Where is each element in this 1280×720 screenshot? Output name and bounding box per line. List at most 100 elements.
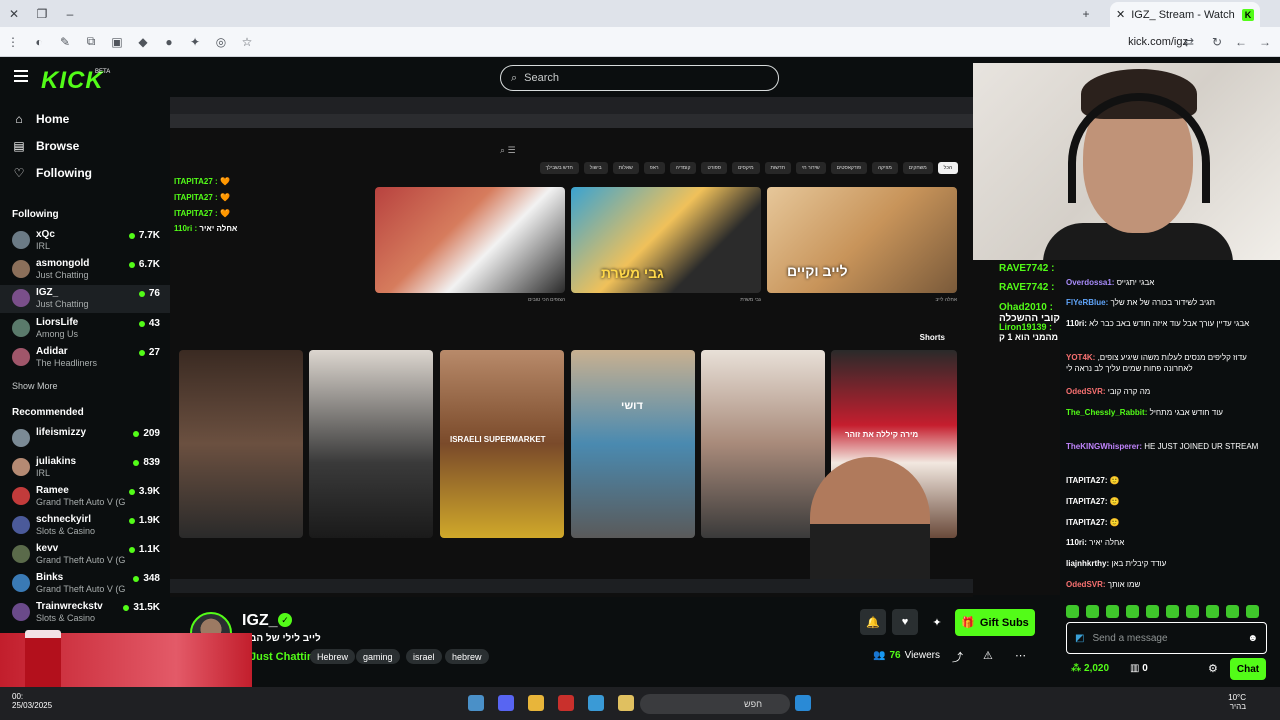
short-thumbnail: ISRAELI SUPERMARKET	[440, 350, 564, 538]
video-player[interactable]: ⌕ ☰ חדש בשבילך בישול שאלות ראפ קומדיה ספ…	[170, 97, 973, 597]
viewer-count: 31.5K	[123, 602, 160, 613]
chat-user[interactable]: YOT4K:	[1066, 353, 1095, 362]
emote-icon[interactable]	[1066, 604, 1079, 618]
nav-home[interactable]: ⌂ Home	[12, 112, 69, 126]
gift-subs-button[interactable]: 🎁 Gift Subs	[955, 609, 1035, 636]
chat-user[interactable]: FlYeRBlue:	[1066, 298, 1108, 307]
notification-bell-button[interactable]: 🔔	[860, 609, 886, 635]
new-tab-icon[interactable]: +	[1072, 0, 1100, 27]
stream-tag[interactable]: Hebrew	[310, 649, 356, 664]
chat-user[interactable]: ITAPITA27:	[1066, 518, 1107, 527]
chat-user[interactable]: liajnhkrthy:	[1066, 559, 1109, 568]
emoji-picker-icon[interactable]: ☻	[1247, 633, 1258, 644]
sidebar-channel-liorslife[interactable]: LiorsLife Among Us 43	[0, 315, 170, 343]
emote-icon[interactable]	[1246, 604, 1259, 618]
reload-icon[interactable]: ↻	[1204, 29, 1230, 55]
extension-icon[interactable]: ▣	[104, 29, 130, 55]
sidebar-channel-binks[interactable]: Binks Grand Theft Auto V (G... 348	[0, 570, 170, 598]
chat-user[interactable]: 110ri:	[1066, 538, 1087, 547]
site-header	[0, 57, 973, 97]
chat-input[interactable]: ◩ Send a message ☻	[1066, 622, 1267, 654]
chat-user[interactable]: The_Chessly_Rabbit:	[1066, 408, 1147, 417]
translate-icon[interactable]: ⇄	[1176, 29, 1202, 55]
nav-browse[interactable]: ▤ Browse	[12, 139, 79, 153]
redeem-count[interactable]: ▥ 0	[1130, 663, 1148, 674]
sidebar-channel-trainwreckstv[interactable]: Trainwreckstv Slots & Casino 31.5K	[0, 599, 170, 627]
extension-icon[interactable]: ◐	[26, 29, 52, 55]
minimize-window-icon[interactable]: –	[56, 0, 84, 27]
chat-user[interactable]: ITAPITA27:	[1066, 476, 1107, 485]
chat-user[interactable]: OdedSVR:	[1066, 580, 1106, 589]
sidebar: ⌂ Home ▤ Browse ♡ Following Following xQ…	[0, 97, 170, 697]
show-more-link[interactable]: Show More	[12, 381, 58, 391]
app-icon[interactable]	[588, 695, 604, 711]
chat-user[interactable]: TheKINGWhisperer:	[1066, 442, 1142, 451]
extension-icon[interactable]: ✦	[182, 29, 208, 55]
emote-icon[interactable]	[1126, 604, 1139, 618]
extension-icon[interactable]: ◎	[208, 29, 234, 55]
steam-icon[interactable]	[468, 695, 484, 711]
short-caption: דושי	[621, 400, 643, 412]
emote-icon[interactable]	[1206, 604, 1219, 618]
active-tab[interactable]: ✕ IGZ_ Stream - Watch Live on K	[1110, 2, 1260, 27]
video-meta: הצופים הכי טובים	[528, 297, 565, 303]
menu-icon[interactable]	[14, 70, 28, 82]
nav-following[interactable]: ♡ Following	[12, 166, 92, 180]
weather-widget[interactable]: 10°C בהיר	[1228, 693, 1246, 711]
follow-button[interactable]: ♥	[892, 609, 918, 635]
close-window-icon[interactable]: ✕	[0, 0, 28, 27]
chat-user[interactable]: Overdossa1:	[1066, 278, 1114, 287]
more-options-icon[interactable]: ⋯	[1015, 649, 1026, 662]
channel-category: Just Chatting	[36, 299, 89, 309]
sidebar-channel-adidar[interactable]: Adidar The Headliners 27	[0, 344, 170, 372]
windows-start-icon[interactable]	[795, 695, 811, 711]
stream-tag[interactable]: israel	[406, 649, 442, 664]
report-icon[interactable]: ⚠	[983, 649, 993, 662]
viewer-count: 348	[133, 573, 160, 584]
back-icon[interactable]: ←	[1228, 29, 1254, 55]
bookmark-star-icon[interactable]: ☆	[234, 29, 260, 55]
search-input[interactable]: ⌕ Search	[500, 65, 779, 91]
emote-icon[interactable]	[1086, 604, 1099, 618]
emote-icon[interactable]	[1146, 604, 1159, 618]
video-thumbnail: גבי משרת	[571, 187, 761, 293]
restore-window-icon[interactable]: ❐	[28, 0, 56, 27]
emote-icon[interactable]	[1186, 604, 1199, 618]
sidebar-channel-igz[interactable]: IGZ_ Just Chatting 76	[0, 285, 170, 313]
streamer-name[interactable]: IGZ_	[242, 612, 278, 630]
sidebar-channel-lifeismizzy[interactable]: lifeismizzy 209	[0, 425, 170, 453]
sidebar-channel-ramee[interactable]: Ramee Grand Theft Auto V (G... 3.9K	[0, 483, 170, 511]
emote-icon[interactable]	[1226, 604, 1239, 618]
taskbar-clock[interactable]: 00: 25/03/2025	[12, 692, 52, 710]
sidebar-channel-schneckyirl[interactable]: schneckyirl Slots & Casino 1.9K	[0, 512, 170, 540]
chat-user[interactable]: 110ri:	[1066, 319, 1087, 328]
extension-icon[interactable]: ●	[156, 29, 182, 55]
stream-tag[interactable]: hebrew	[445, 649, 489, 664]
emote-icon[interactable]	[1166, 604, 1179, 618]
sidebar-channel-asmongold[interactable]: asmongold Just Chatting 6.7K	[0, 256, 170, 284]
channel-points[interactable]: ⁂ 2,020	[1071, 663, 1109, 674]
chat-send-button[interactable]: Chat	[1230, 658, 1266, 680]
file-explorer-icon[interactable]	[618, 695, 634, 711]
extension-icon[interactable]: ◆	[130, 29, 156, 55]
sparkle-button[interactable]: ✦	[924, 609, 950, 635]
stream-tag[interactable]: gaming	[356, 649, 400, 664]
sidebar-channel-juliakins[interactable]: juliakins IRL 839	[0, 454, 170, 482]
app-icon[interactable]	[558, 695, 574, 711]
taskbar-search[interactable]: חפש	[640, 694, 790, 714]
sidebar-channel-kevv[interactable]: kevv Grand Theft Auto V (G... 1.1K	[0, 541, 170, 569]
tab-close-icon[interactable]: ✕	[1116, 8, 1125, 21]
emote-icon[interactable]	[1106, 604, 1119, 618]
chat-badge-icon: ◩	[1075, 632, 1085, 644]
menu-dots-icon[interactable]: ⋮	[0, 29, 26, 55]
chat-user[interactable]: ITAPITA27:	[1066, 497, 1107, 506]
discord-icon[interactable]	[498, 695, 514, 711]
extension-icon[interactable]: ✎	[52, 29, 78, 55]
chat-user[interactable]: OdedSVR:	[1066, 387, 1106, 396]
share-icon[interactable]: ⤴	[952, 649, 963, 665]
extension-icon[interactable]: ⧉	[78, 29, 104, 55]
chat-settings-icon[interactable]: ⚙	[1208, 662, 1218, 675]
sidebar-channel-xqc[interactable]: xQc IRL 7.7K	[0, 227, 170, 255]
chrome-icon[interactable]	[528, 695, 544, 711]
forward-icon[interactable]: →	[1252, 29, 1278, 55]
